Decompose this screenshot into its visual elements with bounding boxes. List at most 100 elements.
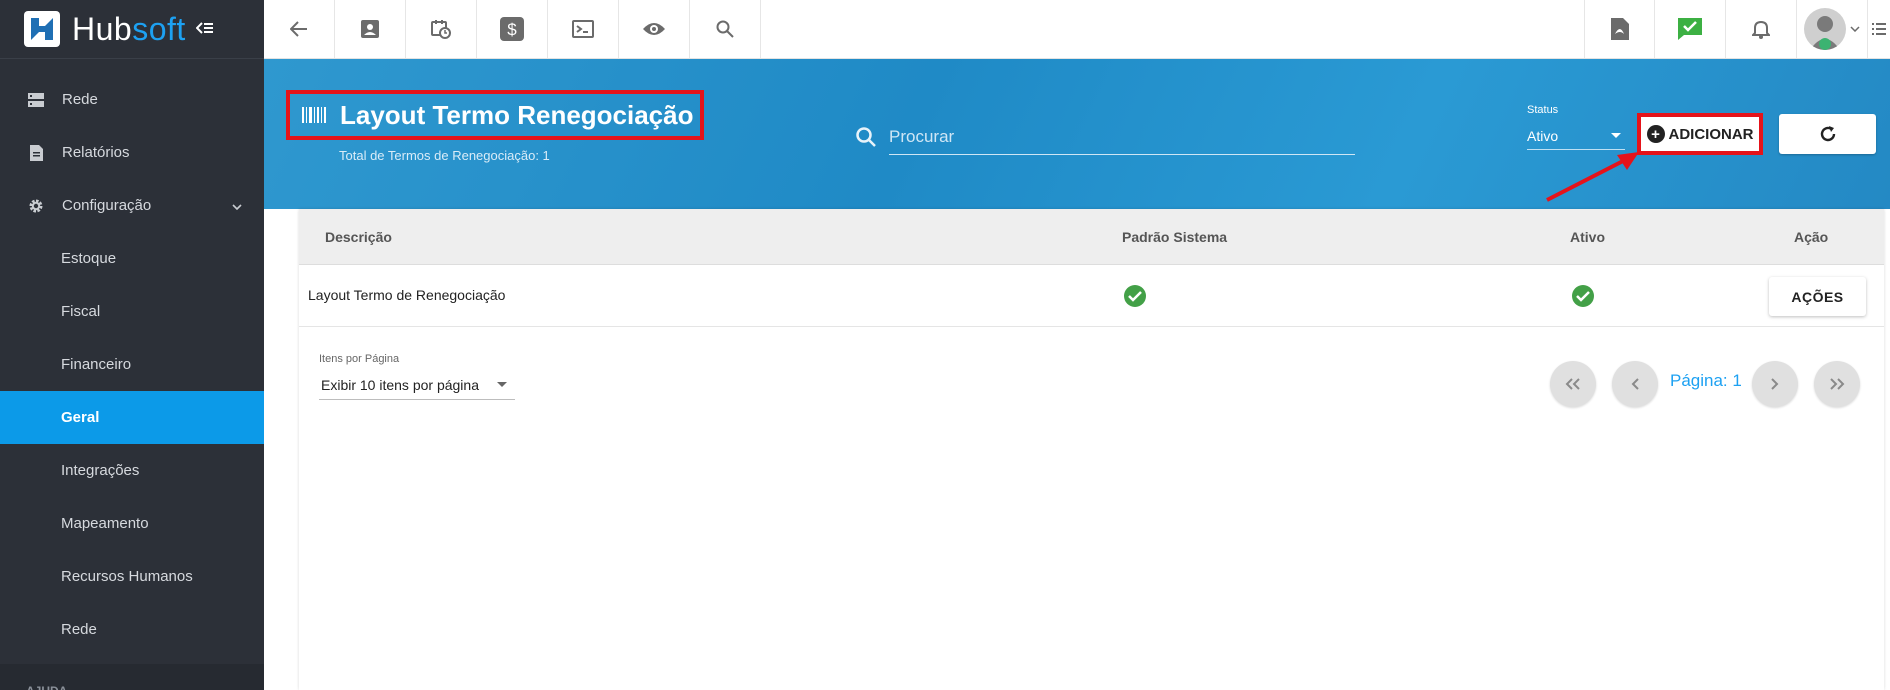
contact-card-icon <box>361 20 379 38</box>
server-icon <box>26 90 46 110</box>
sidebar-item-label: Geral <box>61 409 100 426</box>
sidebar-item-relatorios[interactable]: Relatórios <box>0 126 264 179</box>
status-label: Status <box>1527 104 1559 116</box>
gear-icon <box>26 196 46 216</box>
logo-text: Hubsoft <box>72 10 186 47</box>
column-header-acao: Ação <box>1794 229 1829 245</box>
svg-text:$: $ <box>507 20 517 39</box>
chevron-left-icon <box>1631 378 1639 390</box>
terminal-button[interactable] <box>548 0 619 58</box>
column-header-padrao-sistema[interactable]: Padrão Sistema <box>1122 229 1227 245</box>
sidebar-item-label: Configuração <box>62 197 152 214</box>
double-chevron-left-icon <box>1565 378 1580 390</box>
logo-bar: Hubsoft <box>0 0 264 59</box>
user-menu[interactable] <box>1797 0 1868 58</box>
search-icon <box>855 126 877 148</box>
previous-page-button[interactable] <box>1612 361 1658 407</box>
cell-descricao: Layout Termo de Renegociação <box>308 287 506 303</box>
sidebar-item-recursos-humanos[interactable]: Recursos Humanos <box>0 550 264 603</box>
sidebar-item-label: Fiscal <box>61 303 101 320</box>
sidebar-item-label: Financeiro <box>61 356 132 373</box>
double-chevron-right-icon <box>1830 378 1845 390</box>
annotation-arrow <box>1546 152 1639 202</box>
column-header-descricao[interactable]: Descrição <box>325 229 392 245</box>
actions-button[interactable]: AÇÕES <box>1769 277 1866 316</box>
dropdown-caret-icon <box>497 382 507 387</box>
add-button-label: ADICIONAR <box>1668 125 1754 143</box>
add-button-highlight: + ADICIONAR <box>1637 113 1763 155</box>
column-header-ativo[interactable]: Ativo <box>1570 229 1605 245</box>
status-value: Ativo <box>1527 127 1559 144</box>
page-title-highlight: Layout Termo Renegociação <box>286 90 704 140</box>
sidebar-item-financeiro[interactable]: Financeiro <box>0 338 264 391</box>
next-page-button[interactable] <box>1752 361 1798 407</box>
sidebar-item-rede[interactable]: Rede <box>0 73 264 126</box>
sidebar-item-label: Rede <box>61 621 97 638</box>
barcode-icon <box>302 107 326 123</box>
sidebar-item-label: Estoque <box>61 250 117 267</box>
chevron-down-icon <box>232 199 242 213</box>
contact-button[interactable] <box>335 0 406 58</box>
search-bar <box>855 118 1355 156</box>
list-icon <box>1872 23 1886 35</box>
current-page-label: Página: 1 <box>1670 371 1742 390</box>
table-header: Descrição Padrão Sistema Ativo Ação <box>299 209 1884 265</box>
sidebar: Hubsoft Rede Relatórios Configuração Est… <box>0 0 264 690</box>
pdf-icon <box>1610 18 1629 40</box>
sidebar-item-label: Recursos Humanos <box>61 568 193 585</box>
check-circle-icon <box>1124 285 1146 307</box>
avatar <box>1804 8 1846 50</box>
sidebar-item-mapeamento[interactable]: Mapeamento <box>0 497 264 550</box>
check-circle-icon <box>1572 285 1594 307</box>
back-button[interactable] <box>264 0 335 58</box>
search-button[interactable] <box>690 0 761 58</box>
sidebar-item-label: Integrações <box>61 462 140 479</box>
schedule-button[interactable] <box>406 0 477 58</box>
last-page-button[interactable] <box>1814 361 1860 407</box>
collapse-menu-icon[interactable] <box>195 19 214 40</box>
status-select[interactable]: Ativo <box>1527 122 1625 150</box>
messages-button[interactable] <box>1655 0 1726 58</box>
online-status-icon <box>1819 38 1831 50</box>
sidebar-item-integracoes[interactable]: Integrações <box>0 444 264 497</box>
sidebar-item-label: Relatórios <box>62 144 130 161</box>
sidebar-section-ajuda: AJUDA <box>0 664 264 690</box>
sidebar-nav: Rede Relatórios Configuração Estoque Fis… <box>0 73 264 690</box>
first-page-button[interactable] <box>1550 361 1596 407</box>
record-count: Total de Termos de Renegociação: 1 <box>339 148 550 163</box>
refresh-icon <box>1820 126 1835 142</box>
items-per-page-select[interactable]: Exibir 10 itens por página <box>319 370 515 400</box>
dropdown-caret-icon <box>1611 133 1621 138</box>
search-icon <box>716 20 734 38</box>
items-per-page-value: Exibir 10 itens por página <box>321 376 479 393</box>
arrow-left-icon <box>290 21 307 37</box>
document-icon <box>26 143 46 163</box>
view-button[interactable] <box>619 0 690 58</box>
notifications-button[interactable] <box>1726 0 1797 58</box>
bell-icon <box>1752 20 1770 39</box>
sidebar-item-configuracao[interactable]: Configuração <box>0 179 264 232</box>
sidebar-item-rede-sub[interactable]: Rede <box>0 603 264 656</box>
page-title: Layout Termo Renegociação <box>340 99 694 130</box>
refresh-button[interactable] <box>1779 114 1876 154</box>
sidebar-item-estoque[interactable]: Estoque <box>0 232 264 285</box>
terminal-icon <box>572 20 594 38</box>
sidebar-item-label: Rede <box>62 91 98 108</box>
add-button[interactable]: + ADICIONAR <box>1646 125 1754 143</box>
eye-icon <box>643 23 665 35</box>
sidebar-item-label: Mapeamento <box>61 515 149 532</box>
chat-check-icon <box>1678 18 1702 40</box>
table-row[interactable]: Layout Termo de Renegociação AÇÕES <box>299 265 1884 327</box>
items-per-page-label: Itens por Página <box>319 353 400 365</box>
dollar-icon: $ <box>500 17 524 41</box>
sidebar-item-fiscal[interactable]: Fiscal <box>0 285 264 338</box>
finance-button[interactable]: $ <box>477 0 548 58</box>
sidebar-item-geral[interactable]: Geral <box>0 391 264 444</box>
list-menu-button[interactable] <box>1868 0 1890 58</box>
chevron-down-icon <box>1850 26 1860 32</box>
search-input[interactable] <box>889 119 1355 155</box>
logo-icon[interactable] <box>24 11 60 47</box>
pdf-button[interactable] <box>1584 0 1655 58</box>
chevron-right-icon <box>1771 378 1779 390</box>
